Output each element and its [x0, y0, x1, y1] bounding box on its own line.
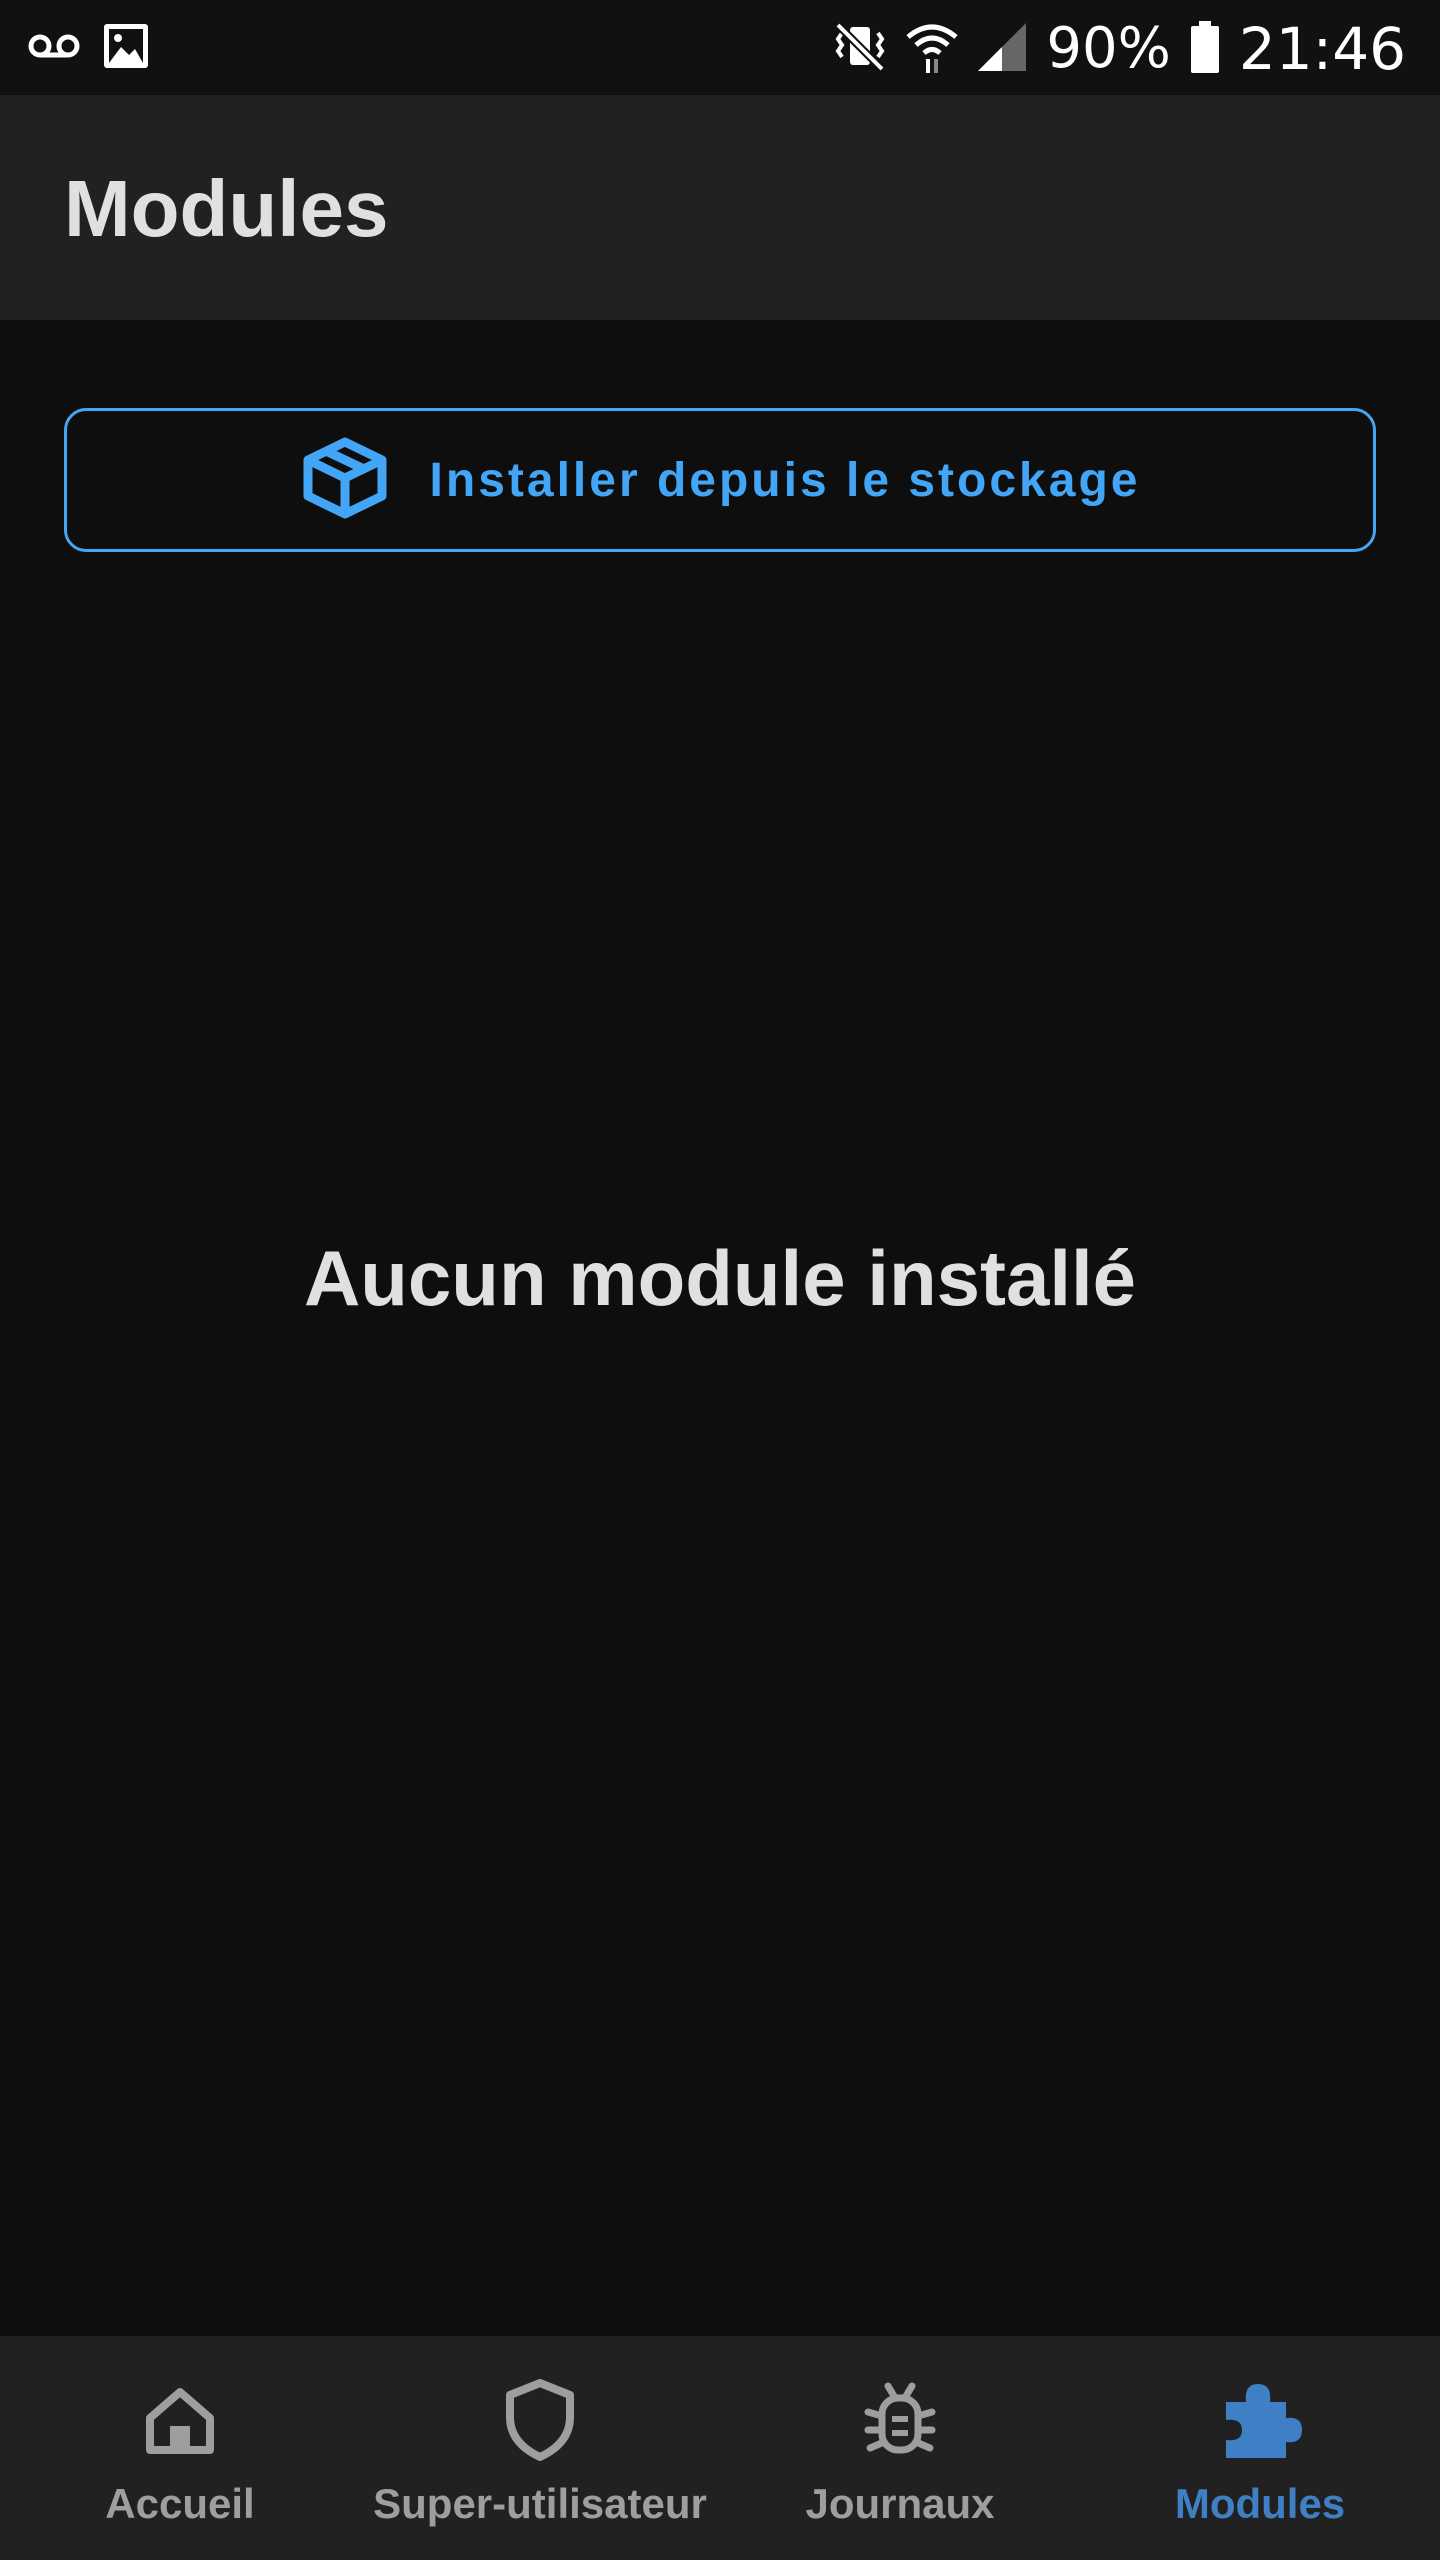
empty-state-message: Aucun module installé: [303, 1234, 1137, 1322]
nav-label-accueil: Accueil: [105, 2480, 255, 2527]
shield-icon: [492, 2372, 588, 2468]
nav-item-journaux[interactable]: Journaux: [720, 2336, 1080, 2560]
puzzle-icon: [1212, 2372, 1308, 2468]
nav-label-super-utilisateur: Super-utilisateur: [373, 2480, 707, 2527]
voicemail-icon: [28, 31, 80, 66]
package-box-icon: [300, 436, 390, 525]
wifi-icon: [906, 19, 958, 80]
status-bar-right: 90% 21:46: [832, 14, 1406, 84]
image-icon: [102, 22, 150, 75]
bug-icon: [852, 2372, 948, 2468]
install-button-label: Installer depuis le stockage: [429, 453, 1141, 507]
vibrate-icon: [832, 19, 888, 80]
status-bar: 90% 21:46: [0, 0, 1440, 95]
nav-label-journaux: Journaux: [805, 2480, 995, 2527]
battery-percent: 90%: [1046, 16, 1171, 81]
signal-icon: [976, 21, 1028, 78]
clock: 21:46: [1238, 15, 1406, 83]
bottom-nav: Accueil Super-utilisateur Journaux Modul…: [0, 2336, 1440, 2560]
screen: 90% 21:46 Modules Installer depuis le st…: [0, 0, 1440, 2560]
nav-item-accueil[interactable]: Accueil: [0, 2336, 360, 2560]
nav-label-modules: Modules: [1174, 2480, 1346, 2527]
page-title: Modules: [64, 164, 389, 253]
nav-item-modules[interactable]: Modules: [1080, 2336, 1440, 2560]
home-icon: [132, 2372, 228, 2468]
install-from-storage-button[interactable]: Installer depuis le stockage: [64, 408, 1376, 552]
battery-icon: [1189, 19, 1221, 80]
app-bar: Modules: [0, 95, 1440, 320]
nav-item-super-utilisateur[interactable]: Super-utilisateur: [360, 2336, 720, 2560]
status-bar-left: [28, 22, 150, 75]
